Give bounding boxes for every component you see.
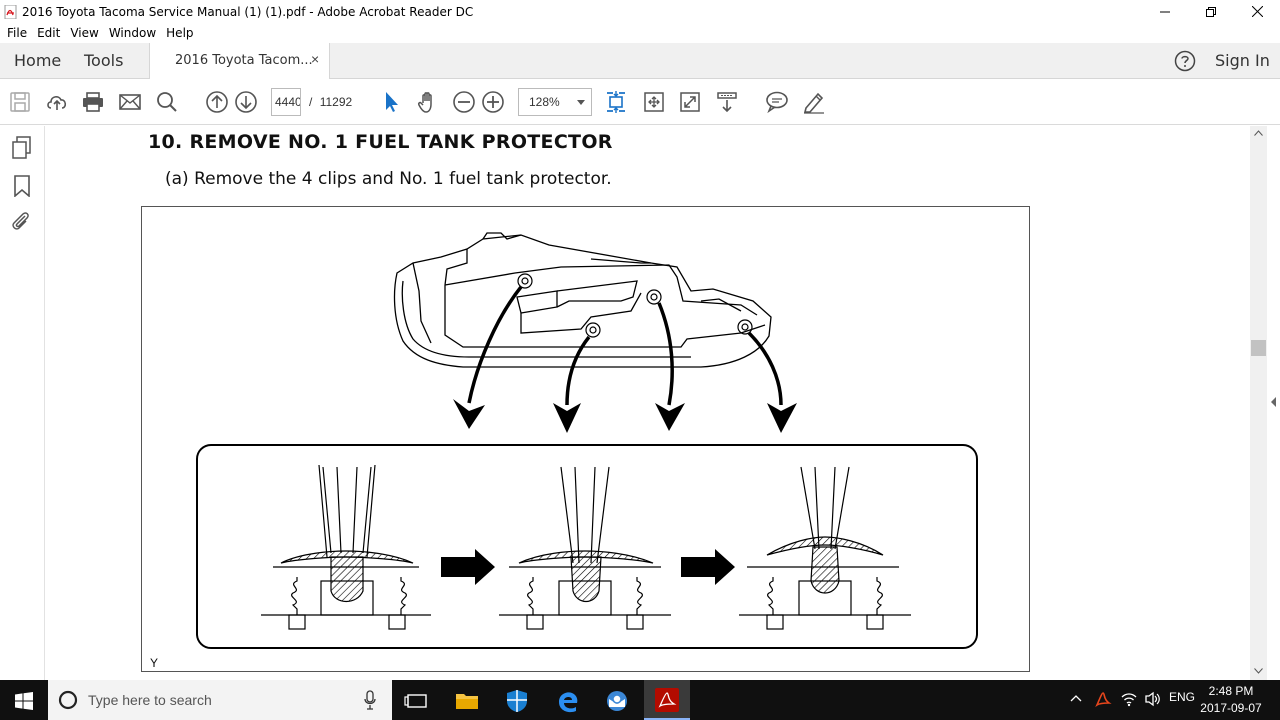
acrobat-taskbar-button[interactable] (644, 680, 690, 720)
save-icon[interactable] (8, 90, 32, 114)
clock-time: 2:48 PM (1208, 684, 1254, 698)
sign-in-link[interactable]: Sign In (1215, 43, 1270, 79)
highlight-pen-icon[interactable] (802, 90, 826, 114)
figure-code: Y (150, 656, 159, 670)
tab-bar: Home Tools 2016 Toyota Tacom... × Sign I… (0, 43, 1280, 80)
chevron-down-icon (577, 100, 585, 105)
previous-page-icon[interactable] (205, 90, 229, 114)
technical-diagram (196, 232, 978, 649)
clip-step-2 (499, 466, 671, 630)
menu-window[interactable]: Window (109, 26, 156, 40)
fuel-tank-protector-illustration (141, 206, 1030, 672)
acrobat-reader-icon (655, 688, 679, 712)
select-cursor-icon[interactable] (380, 90, 404, 114)
acrobat-tray-icon[interactable] (1094, 690, 1112, 708)
rotate-view-icon[interactable] (642, 90, 666, 114)
clip-markers (517, 273, 753, 338)
minimize-button[interactable] (1142, 0, 1188, 23)
menu-file[interactable]: File (7, 26, 27, 40)
minimize-icon (1160, 11, 1170, 12)
email-icon[interactable] (118, 90, 142, 114)
page-number-input[interactable]: 4440 (271, 88, 301, 116)
zoom-out-icon[interactable] (452, 90, 476, 114)
search-icon[interactable] (155, 90, 179, 114)
scroll-up-icon[interactable] (1254, 130, 1263, 136)
windows-start-icon[interactable] (15, 692, 33, 710)
clip-step-1 (261, 464, 431, 630)
bookmark-icon[interactable] (13, 175, 31, 197)
window-title: 2016 Toyota Tacoma Service Manual (1) (1… (22, 4, 474, 19)
page-thumbnails-icon[interactable] (11, 136, 33, 160)
instruction-step: (a) Remove the 4 clips and No. 1 fuel ta… (165, 169, 612, 189)
show-hidden-icons-icon[interactable] (1070, 694, 1082, 702)
acrobat-app-icon (4, 4, 17, 19)
print-icon[interactable] (81, 90, 105, 114)
mail-client-icon[interactable] (604, 688, 630, 714)
edge-browser-icon[interactable] (555, 688, 581, 714)
microphone-icon[interactable] (364, 690, 376, 710)
page-separator: / (309, 95, 313, 109)
scroll-mode-icon[interactable] (715, 90, 739, 114)
zoom-in-icon[interactable] (481, 90, 505, 114)
close-window-button[interactable] (1234, 0, 1280, 23)
tab-tools[interactable]: Tools (84, 43, 123, 79)
cortana-circle-icon (58, 690, 78, 710)
hand-tool-icon[interactable] (416, 90, 440, 114)
attachment-paperclip-icon[interactable] (10, 210, 32, 232)
title-bar: 2016 Toyota Tacoma Service Manual (1) (1… (0, 0, 1280, 23)
search-placeholder: Type here to search (88, 692, 212, 708)
page-total: / 11292 (309, 95, 352, 109)
document-tab-label: 2016 Toyota Tacom... (175, 53, 313, 68)
security-shield-icon[interactable] (504, 688, 530, 714)
menu-edit[interactable]: Edit (37, 26, 60, 40)
clip-step-3 (739, 466, 911, 630)
fit-page-icon[interactable] (604, 90, 628, 114)
scroll-down-icon[interactable] (1254, 668, 1263, 674)
restore-button[interactable] (1188, 0, 1234, 23)
file-explorer-icon[interactable] (454, 688, 480, 714)
language-indicator[interactable]: ENG (1169, 690, 1195, 704)
section-heading: 10. REMOVE NO. 1 FUEL TANK PROTECTOR (148, 131, 613, 153)
zoom-value: 128% (529, 95, 560, 109)
vertical-scrollbar[interactable] (1250, 126, 1267, 680)
restore-icon (1206, 6, 1216, 17)
wifi-icon[interactable] (1120, 691, 1138, 707)
scrollbar-thumb[interactable] (1251, 340, 1266, 356)
zoom-select[interactable]: 128% (518, 88, 592, 116)
taskbar-search-box[interactable]: Type here to search (48, 680, 392, 720)
page-total-value: 11292 (319, 95, 353, 109)
next-page-icon[interactable] (234, 90, 258, 114)
tab-document[interactable]: 2016 Toyota Tacom... × (149, 43, 330, 80)
tab-home[interactable]: Home (14, 43, 61, 79)
navigation-panel (0, 126, 52, 680)
menu-bar: File Edit View Window Help (0, 23, 1280, 43)
help-icon[interactable] (1174, 50, 1196, 72)
close-tab-icon[interactable]: × (311, 51, 319, 67)
close-icon (1251, 6, 1263, 17)
full-screen-icon[interactable] (678, 90, 702, 114)
upload-cloud-icon[interactable] (45, 90, 69, 114)
arrow-heads (453, 399, 797, 433)
expand-right-panel-icon[interactable] (1270, 396, 1278, 408)
menu-help[interactable]: Help (166, 26, 193, 40)
comment-icon[interactable] (765, 90, 789, 114)
toolbar (0, 79, 1280, 125)
system-clock[interactable]: 2:48 PM 2017-09-07 (1200, 683, 1262, 717)
clock-date: 2017-09-07 (1200, 701, 1262, 715)
menu-view[interactable]: View (70, 26, 98, 40)
volume-icon[interactable] (1144, 691, 1162, 707)
task-view-icon[interactable] (404, 688, 430, 714)
